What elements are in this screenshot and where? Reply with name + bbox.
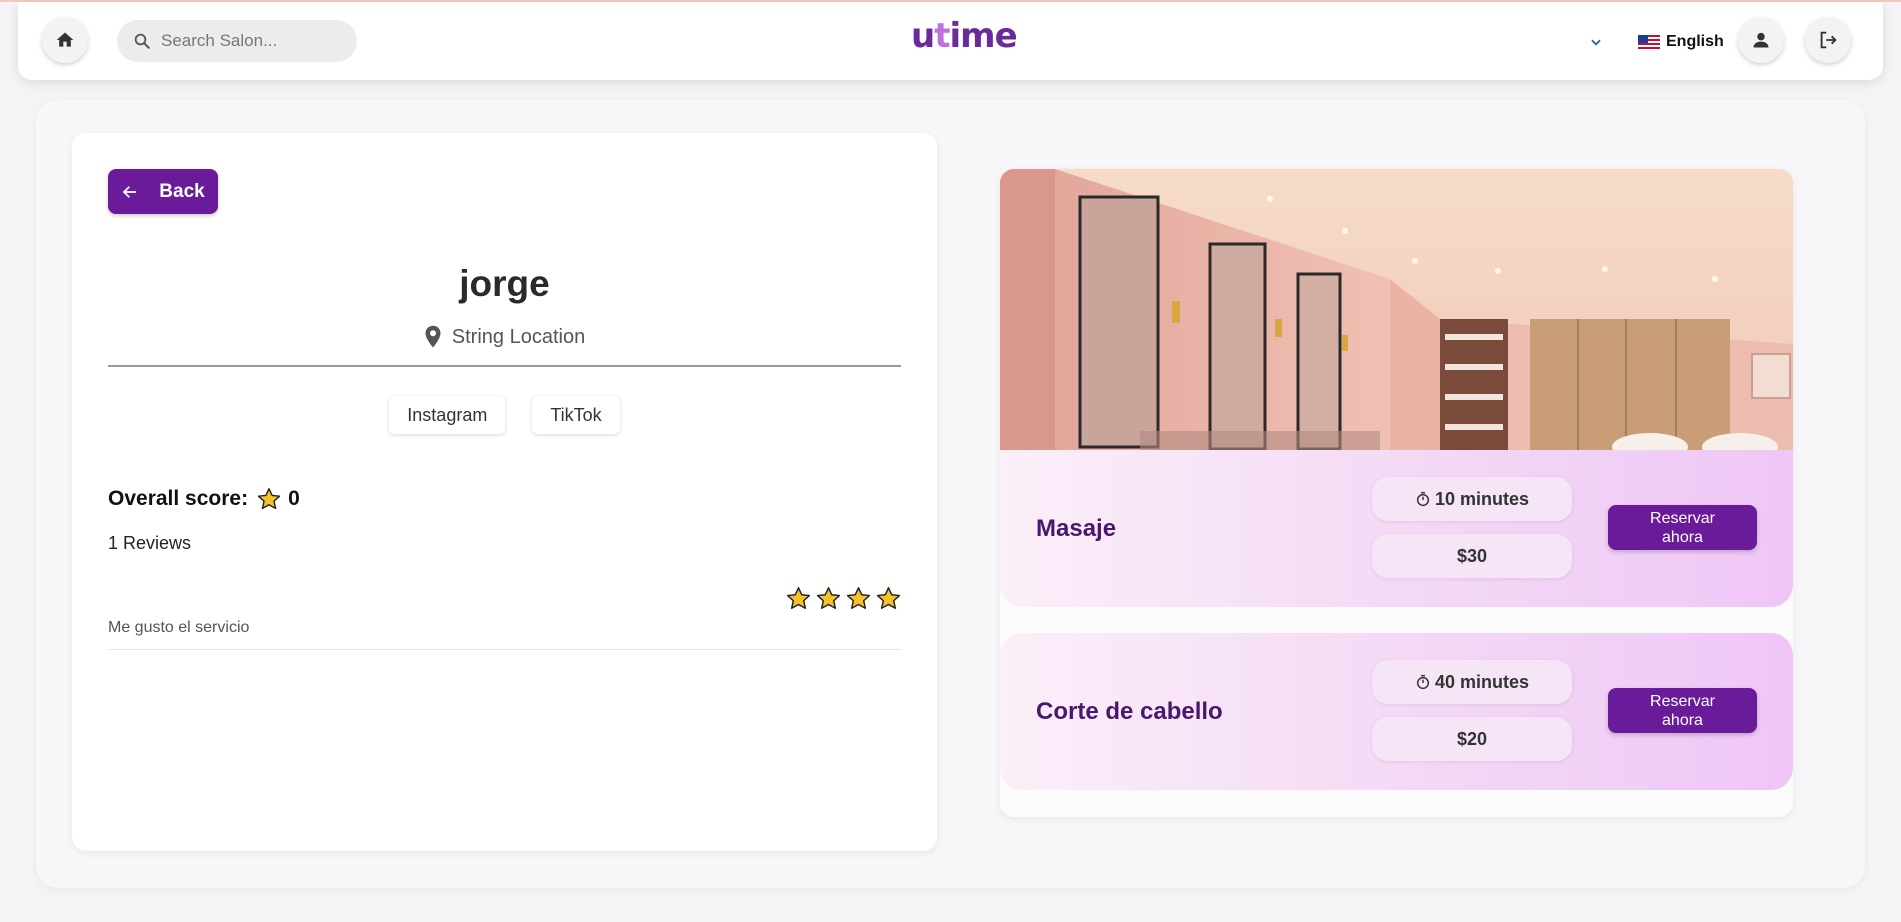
service-name: Masaje bbox=[1036, 514, 1117, 542]
salon-photo bbox=[1000, 169, 1793, 450]
reviews-count: 1 Reviews bbox=[108, 533, 192, 553]
language-label: English bbox=[1666, 33, 1724, 50]
star-icon bbox=[876, 587, 901, 610]
service-card: Masaje 10 minutes $30 Reservar ahora bbox=[1000, 450, 1793, 607]
service-duration: 10 minutes bbox=[1372, 477, 1572, 521]
header-divider bbox=[108, 365, 901, 367]
overall-score-label: Overall score: bbox=[108, 487, 249, 510]
back-button-label: Back bbox=[159, 180, 205, 202]
logo-letter-u: u bbox=[911, 16, 935, 56]
social-links: Instagram TikTok bbox=[72, 396, 937, 434]
location-pin-icon bbox=[424, 325, 442, 349]
language-dropdown-toggle[interactable] bbox=[1586, 32, 1606, 52]
star-icon bbox=[846, 587, 871, 610]
instagram-link[interactable]: Instagram bbox=[389, 396, 506, 434]
stopwatch-icon bbox=[1415, 674, 1431, 690]
review-text: Me gusto el servicio bbox=[108, 619, 250, 636]
salon-name: jorge bbox=[459, 263, 550, 304]
home-icon bbox=[56, 32, 74, 47]
reserve-now-button[interactable]: Reservar ahora bbox=[1608, 688, 1757, 733]
home-button[interactable] bbox=[42, 17, 88, 63]
logo-letter-t: t bbox=[934, 16, 950, 56]
top-navbar: utime English bbox=[18, 2, 1883, 80]
service-duration-text: 40 minutes bbox=[1434, 671, 1530, 692]
stopwatch-icon bbox=[1415, 491, 1431, 507]
overall-score: Overall score: 0 bbox=[108, 486, 300, 512]
review-rating bbox=[785, 585, 902, 612]
star-icon bbox=[256, 486, 282, 512]
review-divider bbox=[108, 649, 901, 650]
star-icon bbox=[786, 587, 811, 610]
service-price: $20 bbox=[1372, 717, 1572, 761]
language-selector[interactable]: English bbox=[1638, 30, 1724, 54]
overall-score-value: 0 bbox=[288, 487, 300, 510]
salon-details-card: Back jorge String Location Instagram Tik… bbox=[72, 133, 937, 851]
search-input[interactable] bbox=[161, 31, 341, 51]
back-button[interactable]: Back bbox=[108, 169, 218, 214]
arrow-left-icon bbox=[121, 183, 139, 201]
service-duration-text: 10 minutes bbox=[1434, 488, 1530, 509]
service-name: Corte de cabello bbox=[1036, 697, 1223, 725]
us-flag-icon bbox=[1638, 35, 1660, 49]
chevron-down-icon bbox=[1591, 39, 1601, 46]
logout-icon bbox=[1820, 31, 1837, 49]
logout-button[interactable] bbox=[1805, 17, 1851, 63]
tiktok-link[interactable]: TikTok bbox=[532, 396, 620, 434]
logo-letters-ime: ime bbox=[949, 16, 1017, 56]
location-text: String Location bbox=[451, 325, 586, 348]
service-price: $30 bbox=[1372, 534, 1572, 578]
star-icon bbox=[816, 587, 841, 610]
user-icon bbox=[1753, 32, 1769, 48]
search-box bbox=[117, 20, 357, 62]
utime-logo[interactable]: utime bbox=[911, 16, 1018, 64]
profile-button[interactable] bbox=[1738, 17, 1784, 63]
service-duration: 40 minutes bbox=[1372, 660, 1572, 704]
salon-location: String Location bbox=[72, 325, 937, 349]
services-card: Masaje 10 minutes $30 Reservar ahora Cor… bbox=[1000, 169, 1793, 817]
search-icon bbox=[134, 33, 150, 49]
service-card: Corte de cabello 40 minutes $20 Reservar… bbox=[1000, 633, 1793, 790]
reserve-now-button[interactable]: Reservar ahora bbox=[1608, 505, 1757, 550]
